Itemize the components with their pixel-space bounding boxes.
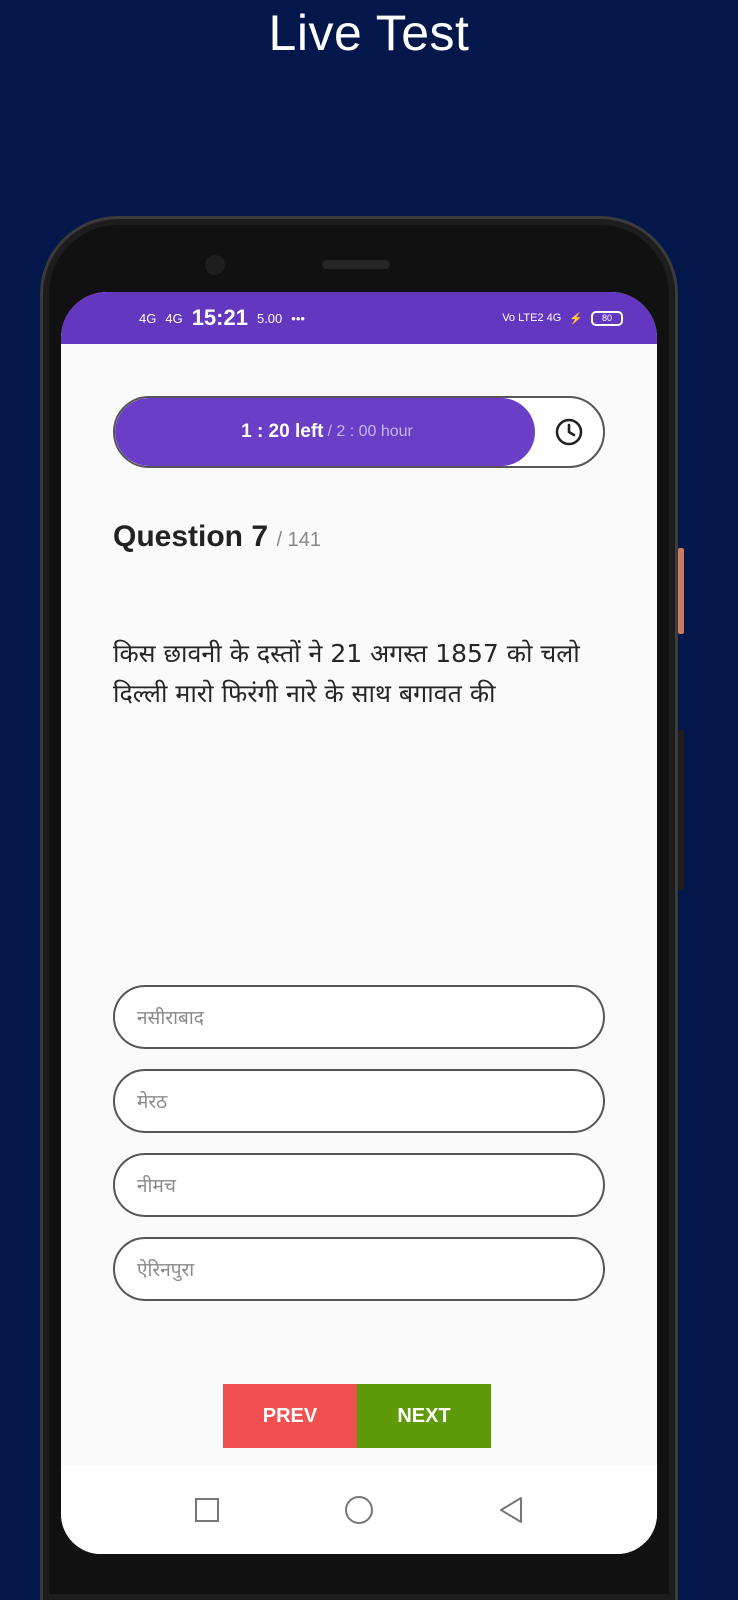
front-camera [205,255,225,275]
earpiece-speaker [322,260,390,269]
answer-options: नसीराबाद मेरठ नीमच ऐरिनपुरा [113,985,605,1321]
question-text: किस छावनी के दस्तों ने 21 अगस्त 1857 को … [113,639,580,708]
question-number: Question 7 [113,520,269,553]
answer-option[interactable]: मेरठ [113,1069,605,1133]
time-remaining-bar: 1 : 20 left / 2 : 00 hour [113,396,605,468]
charging-icon: ⚡ [569,312,583,325]
question-total: / 141 [276,529,321,551]
power-button [678,730,684,890]
answer-option[interactable]: नसीराबाद [113,985,605,1049]
square-icon[interactable] [194,1497,220,1523]
phone-screen: 4G 4G 15:21 5.00 ••• Vo LTE2 4G ⚡ 80 1 :… [61,292,657,1554]
system-navigation-bar [61,1466,657,1554]
timer-text: 1 : 20 left / 2 : 00 hour [115,398,539,466]
signal-icon: 4G [139,310,157,326]
net-speed: 5.00 [256,310,283,326]
volume-button [678,548,684,634]
signal-icon: 4G [165,310,183,326]
clock-icon [555,418,583,446]
network-label: Vo LTE2 4G [502,312,562,324]
answer-option[interactable]: नीमच [113,1153,605,1217]
circle-icon[interactable] [344,1495,374,1525]
more-icon: ••• [291,310,305,326]
battery-icon: 80 [591,310,623,326]
prev-button[interactable]: PREV [223,1384,357,1448]
next-button[interactable]: NEXT [357,1384,491,1448]
question-navigation: PREV NEXT [223,1384,491,1448]
page-title: Live Test [268,5,470,61]
question-header: Question 7 / 141 [113,520,321,554]
time-total-label: / 2 : 00 hour [327,423,413,440]
back-triangle-icon[interactable] [498,1496,524,1524]
status-time: 15:21 [191,305,248,330]
time-left-label: 1 : 20 left [241,421,324,442]
status-bar: 4G 4G 15:21 5.00 ••• Vo LTE2 4G ⚡ 80 [61,292,657,344]
answer-option[interactable]: ऐरिनपुरा [113,1237,605,1301]
